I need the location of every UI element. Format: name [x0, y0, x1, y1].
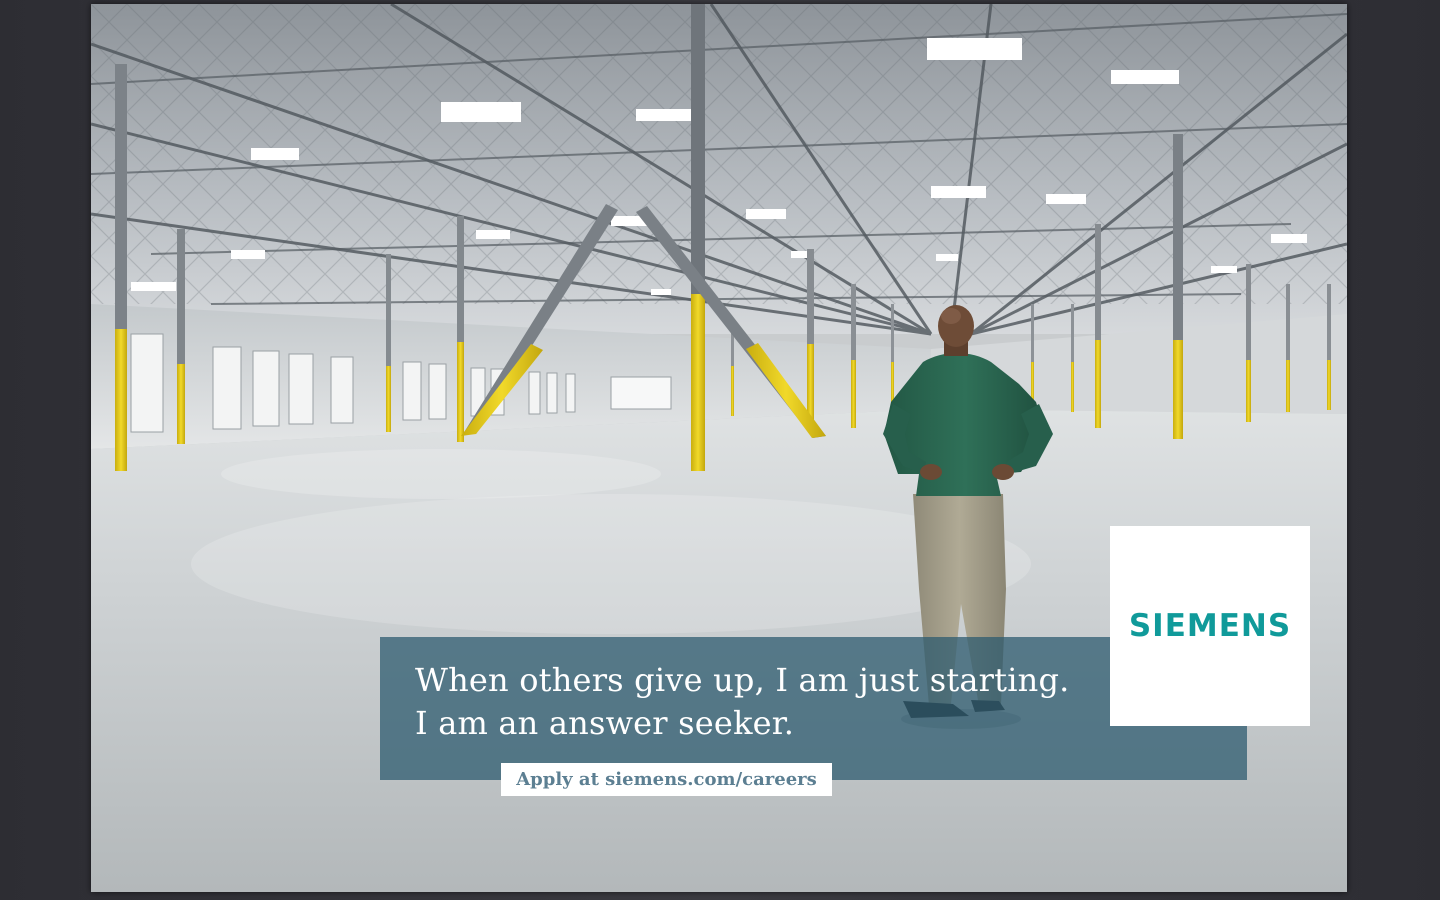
headline-line-1: When others give up, I am just starting. — [415, 661, 1070, 699]
apply-banner: Apply at siemens.com/careers — [501, 763, 832, 796]
siemens-ad-image: When others give up, I am just starting.… — [91, 4, 1347, 892]
siemens-logo: SIEMENS — [1110, 526, 1310, 726]
siemens-logo-text: SIEMENS — [1128, 608, 1292, 644]
apply-link-text: Apply at siemens.com/careers — [516, 769, 817, 790]
headline-text: When others give up, I am just starting.… — [415, 659, 1070, 745]
headline-line-2: I am an answer seeker. — [415, 704, 795, 742]
